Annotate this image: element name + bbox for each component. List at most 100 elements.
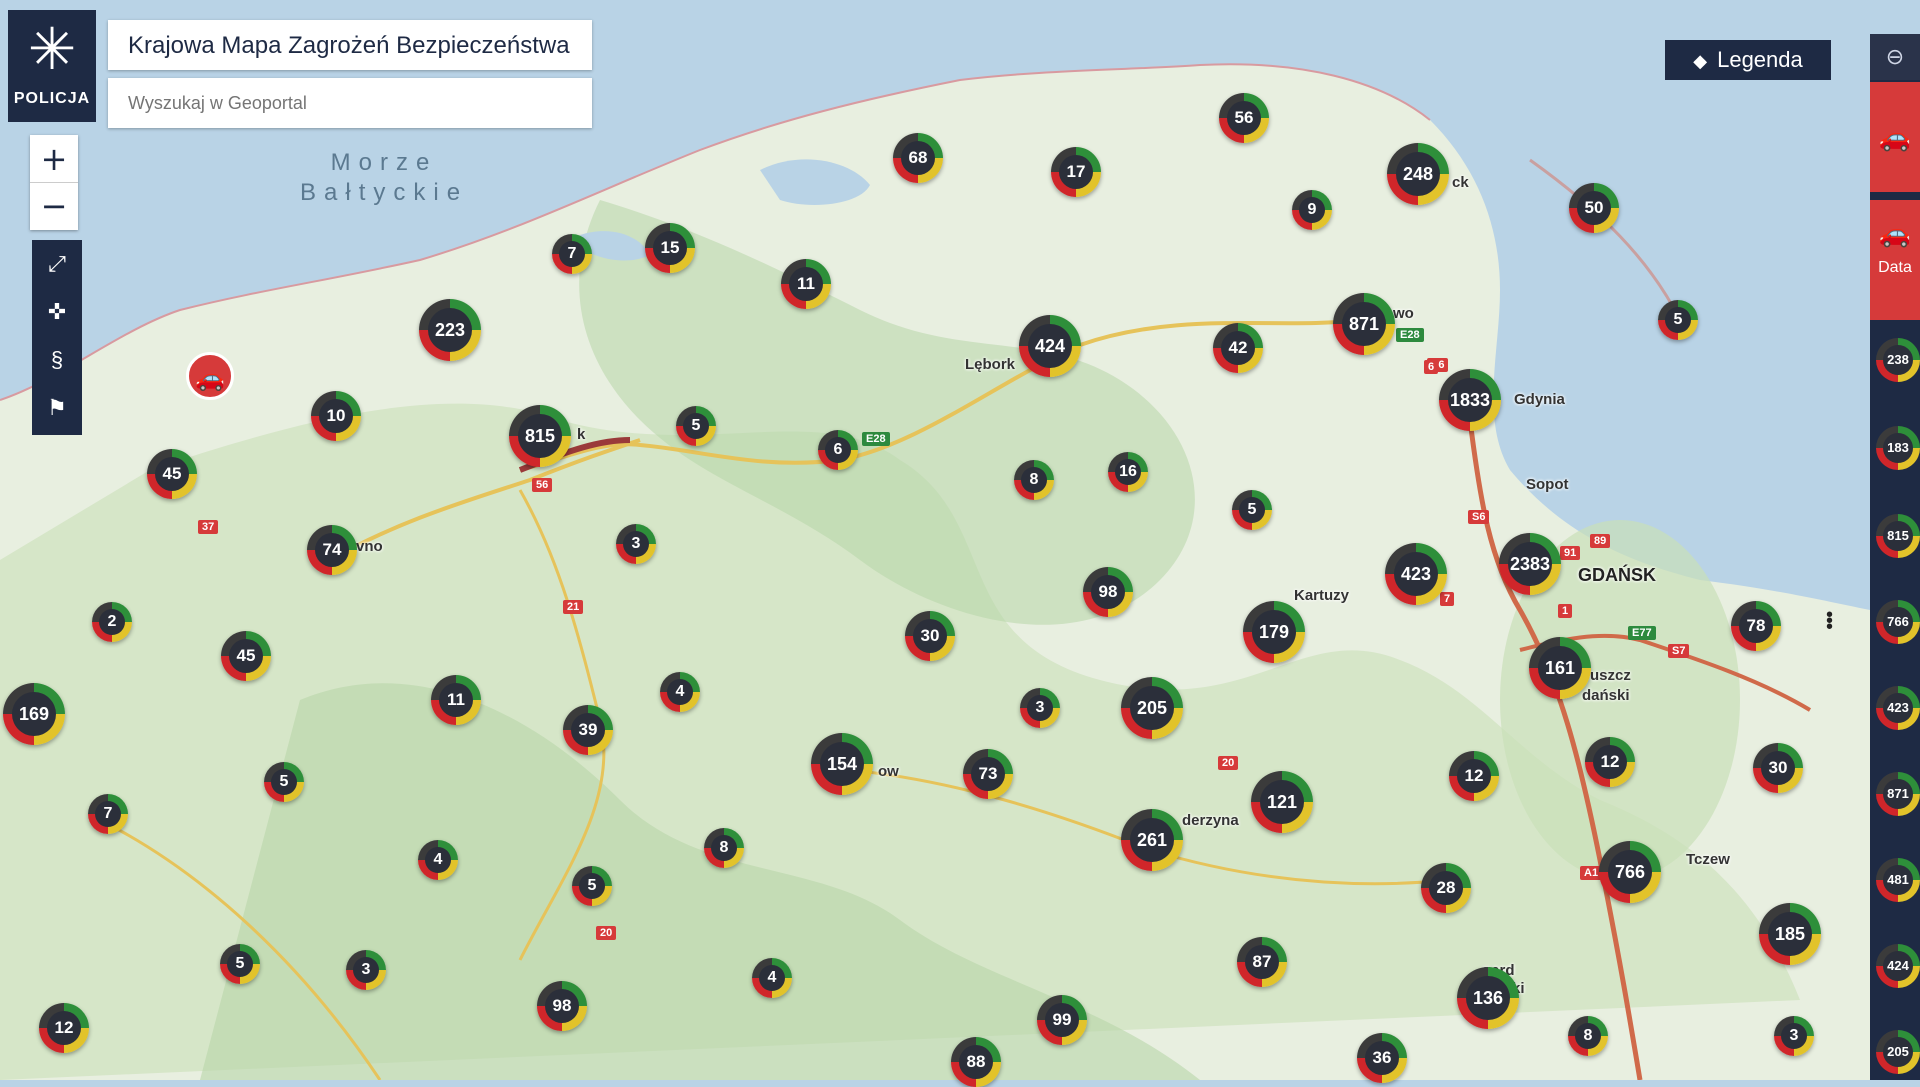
incident-cluster-marker[interactable]: 11 <box>781 259 831 309</box>
tags-button[interactable]: ⚑ <box>32 384 82 432</box>
panel-cluster-item[interactable]: 766 <box>1876 600 1920 644</box>
incident-cluster-marker[interactable]: 4 <box>660 672 700 712</box>
incident-cluster-marker[interactable]: 12 <box>1585 737 1635 787</box>
incident-cluster-marker[interactable]: 161 <box>1529 637 1591 699</box>
incident-cluster-marker[interactable]: 5 <box>264 762 304 802</box>
incident-cluster-marker[interactable]: 179 <box>1243 601 1305 663</box>
panel-cluster-item[interactable]: 423 <box>1876 686 1920 730</box>
incident-cluster-marker[interactable]: 6 <box>818 430 858 470</box>
incident-cluster-marker[interactable]: 99 <box>1037 995 1087 1045</box>
incident-cluster-marker[interactable]: 2 <box>92 602 132 642</box>
incident-cluster-marker[interactable]: 50 <box>1569 183 1619 233</box>
incident-cluster-marker[interactable]: 136 <box>1457 967 1519 1029</box>
incident-cluster-marker[interactable]: 3 <box>1774 1016 1814 1056</box>
incident-cluster-marker[interactable]: 248 <box>1387 143 1449 205</box>
incident-cluster-marker[interactable]: 5 <box>1232 490 1272 530</box>
incident-cluster-marker[interactable]: 3 <box>1020 688 1060 728</box>
map-canvas[interactable] <box>0 0 1920 1080</box>
incident-cluster-marker[interactable]: 68 <box>893 133 943 183</box>
panel-cluster-item[interactable]: 238 <box>1876 338 1920 382</box>
incident-cluster-marker[interactable]: 261 <box>1121 809 1183 871</box>
incident-cluster-marker[interactable]: 12 <box>39 1003 89 1053</box>
data-tab[interactable]: 🚗 Data <box>1870 200 1920 320</box>
incident-cluster-marker[interactable]: 871 <box>1333 293 1395 355</box>
incident-cluster-marker[interactable]: 30 <box>905 611 955 661</box>
incident-cluster-marker[interactable]: 4 <box>418 840 458 880</box>
cluster-count: 11 <box>789 267 823 301</box>
incident-cluster-marker[interactable]: 10 <box>311 391 361 441</box>
incident-cluster-marker[interactable]: 5 <box>1658 300 1698 340</box>
panel-cluster-item[interactable]: 871 <box>1876 772 1920 816</box>
incident-cluster-marker[interactable]: 5 <box>676 406 716 446</box>
incident-cluster-marker[interactable]: 16 <box>1108 452 1148 492</box>
incident-cluster-marker[interactable]: 223 <box>419 299 481 361</box>
incident-cluster-marker[interactable]: 98 <box>1083 567 1133 617</box>
incident-cluster-marker[interactable]: 2383 <box>1499 533 1561 595</box>
incident-cluster-marker[interactable]: 154 <box>811 733 873 795</box>
incident-cluster-marker[interactable]: 3 <box>346 950 386 990</box>
incident-cluster-marker[interactable]: 87 <box>1237 937 1287 987</box>
incident-cluster-marker[interactable]: 17 <box>1051 147 1101 197</box>
legal-info-button[interactable]: § <box>32 336 82 384</box>
incident-cluster-marker[interactable]: 15 <box>645 223 695 273</box>
incident-cluster-marker[interactable]: 12 <box>1449 751 1499 801</box>
incident-cluster-marker[interactable]: 1833 <box>1439 369 1501 431</box>
cluster-count: 15 <box>653 231 687 265</box>
collapse-panel-button[interactable]: ⊖ <box>1870 34 1920 80</box>
panel-cluster-item[interactable]: 815 <box>1876 514 1920 558</box>
zoom-out-button[interactable]: − <box>30 182 78 229</box>
incident-cluster-marker[interactable]: 78 <box>1731 601 1781 651</box>
incident-cluster-marker[interactable]: 11 <box>431 675 481 725</box>
panel-cluster-count: 238 <box>1883 345 1913 375</box>
fullscreen-button[interactable]: ⤢ <box>32 240 82 288</box>
incident-cluster-marker[interactable]: 3 <box>616 524 656 564</box>
car-icon[interactable]: 🚗 <box>186 352 234 400</box>
incidents-tab[interactable]: 🚗 <box>1870 82 1920 192</box>
incident-cluster-marker[interactable]: 4 <box>752 958 792 998</box>
incident-cluster-marker[interactable]: 169 <box>3 683 65 745</box>
incident-cluster-marker[interactable]: 8 <box>1568 1016 1608 1056</box>
locate-button[interactable]: ✜ <box>32 288 82 336</box>
more-icon[interactable]: • • • <box>1826 605 1833 637</box>
panel-cluster-item[interactable]: 205 <box>1876 1030 1920 1074</box>
geoportal-search-input[interactable] <box>108 78 592 128</box>
incident-cluster-marker[interactable]: 98 <box>537 981 587 1031</box>
cluster-count: 68 <box>901 141 935 175</box>
road-badge: 91 <box>1560 546 1581 560</box>
incident-cluster-marker[interactable]: 39 <box>563 705 613 755</box>
incident-cluster-marker[interactable]: 28 <box>1421 863 1471 913</box>
legend-button[interactable]: ◆ Legenda <box>1665 40 1831 80</box>
road-badge: 21 <box>563 600 584 614</box>
incident-cluster-marker[interactable]: 74 <box>307 525 357 575</box>
incident-cluster-marker[interactable]: 8 <box>704 828 744 868</box>
incident-cluster-marker[interactable]: 121 <box>1251 771 1313 833</box>
incident-cluster-marker[interactable]: 205 <box>1121 677 1183 739</box>
incident-cluster-marker[interactable]: 423 <box>1385 543 1447 605</box>
incident-cluster-marker[interactable]: 42 <box>1213 323 1263 373</box>
place-label-vno: vno <box>356 538 383 555</box>
incident-cluster-marker[interactable]: 30 <box>1753 743 1803 793</box>
incident-cluster-marker[interactable]: 45 <box>221 631 271 681</box>
incident-cluster-marker[interactable]: 45 <box>147 449 197 499</box>
incident-cluster-marker[interactable]: 9 <box>1292 190 1332 230</box>
zoom-in-button[interactable]: + <box>30 135 78 182</box>
panel-cluster-item[interactable]: 424 <box>1876 944 1920 988</box>
incident-cluster-marker[interactable]: 36 <box>1357 1033 1407 1083</box>
incident-cluster-marker[interactable]: 8 <box>1014 460 1054 500</box>
incident-cluster-marker[interactable]: 815 <box>509 405 571 467</box>
cluster-count: 8 <box>1575 1023 1601 1049</box>
panel-cluster-item[interactable]: 183 <box>1876 426 1920 470</box>
cluster-count: 4 <box>667 679 693 705</box>
incident-cluster-marker[interactable]: 73 <box>963 749 1013 799</box>
incident-cluster-marker[interactable]: 7 <box>88 794 128 834</box>
place-label-gdansk: GDAŃSK <box>1578 565 1657 585</box>
panel-cluster-item[interactable]: 481 <box>1876 858 1920 902</box>
incident-cluster-marker[interactable]: 766 <box>1599 841 1661 903</box>
incident-cluster-marker[interactable]: 56 <box>1219 93 1269 143</box>
incident-cluster-marker[interactable]: 424 <box>1019 315 1081 377</box>
incident-cluster-marker[interactable]: 5 <box>220 944 260 984</box>
incident-cluster-marker[interactable]: 5 <box>572 866 612 906</box>
incident-cluster-marker[interactable]: 185 <box>1759 903 1821 965</box>
incident-cluster-marker[interactable]: 7 <box>552 234 592 274</box>
cluster-count: 87 <box>1245 945 1279 979</box>
